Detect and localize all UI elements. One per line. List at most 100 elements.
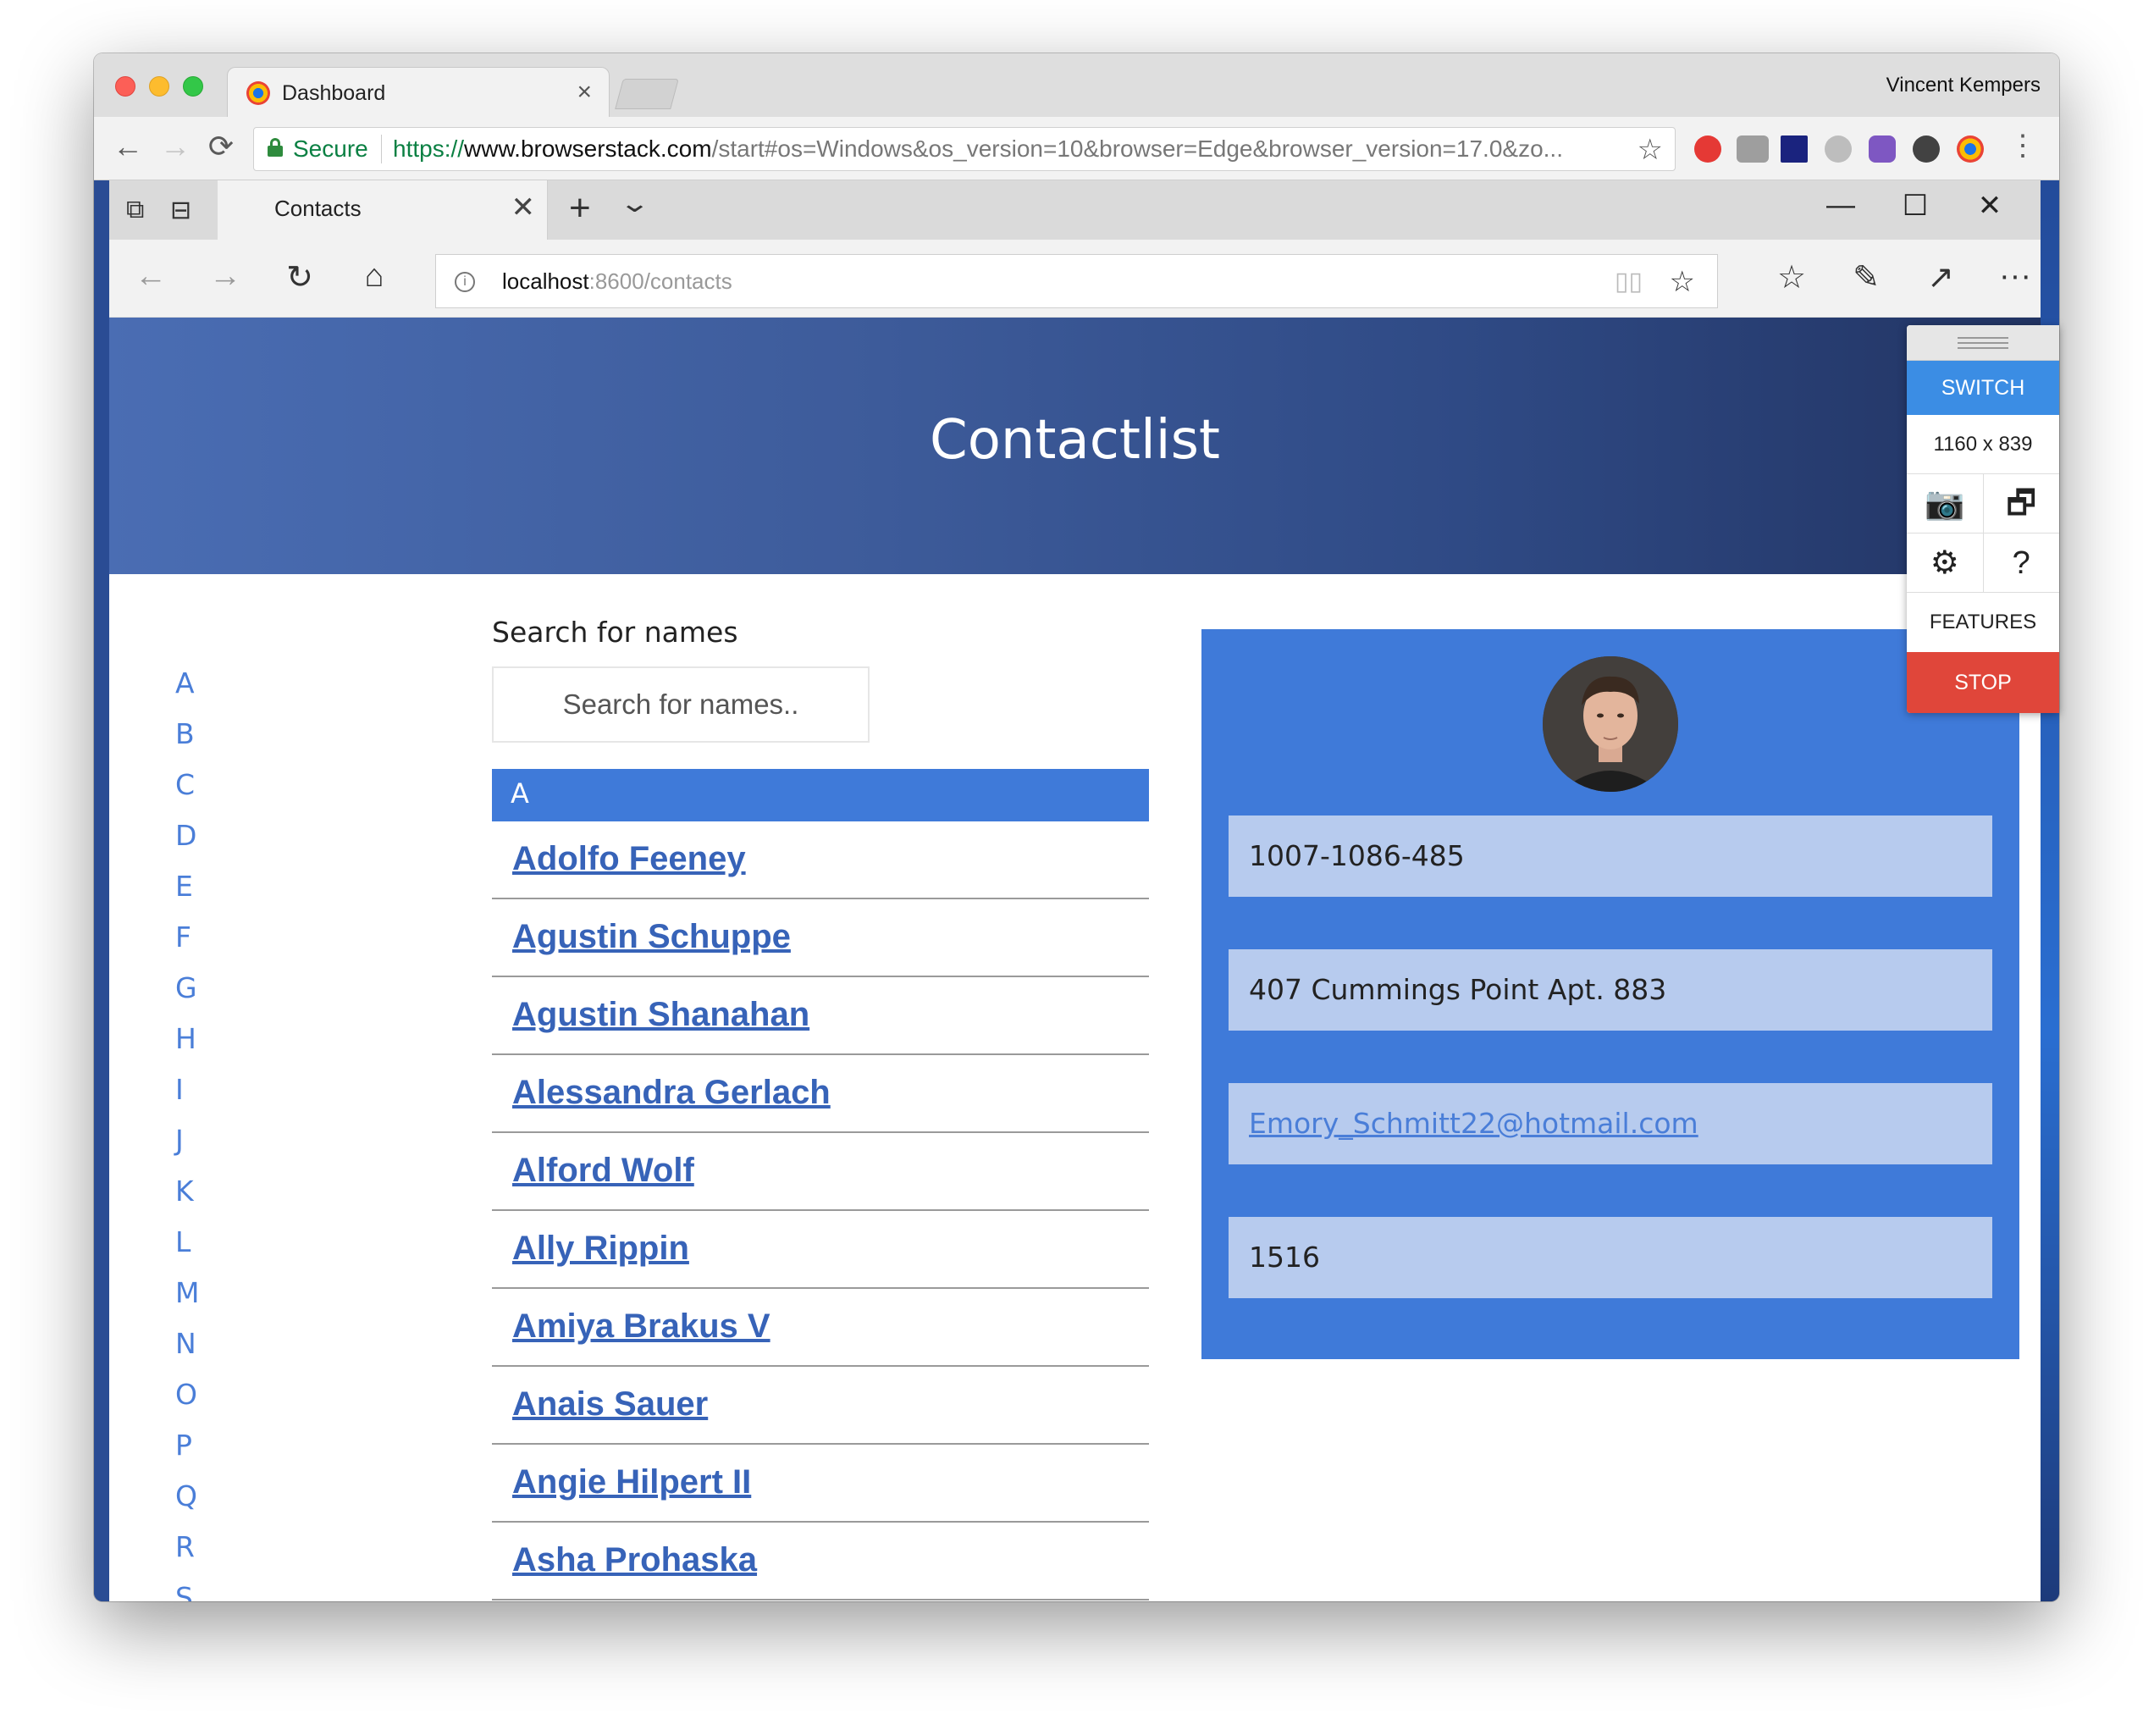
alphabet-letter[interactable]: F: [175, 921, 226, 971]
contact-link[interactable]: Anais Sauer: [512, 1385, 708, 1424]
mac-toolbar: ← → ⟳ Secure https://www.browserstack.co…: [94, 117, 2059, 180]
zoom-window-button[interactable]: [183, 76, 203, 97]
tab-dashboard[interactable]: Dashboard ×: [227, 67, 610, 117]
notes-pen-icon[interactable]: ✎: [1845, 258, 1887, 296]
alphabet-letter[interactable]: N: [175, 1327, 226, 1378]
info-icon[interactable]: i: [455, 272, 475, 292]
extension-opera-icon[interactable]: [1694, 135, 1721, 163]
forward-arrow-icon[interactable]: →: [158, 129, 192, 164]
alphabet-letter[interactable]: C: [175, 768, 226, 819]
edge-toolbar: ← → ↻ ⌂ i localhost:8600/contacts ▯▯ ☆ ☆…: [109, 240, 2041, 318]
alphabet-letter[interactable]: G: [175, 971, 226, 1022]
tab-title: Dashboard: [282, 81, 386, 105]
share-icon[interactable]: ↗: [1919, 258, 1962, 296]
alphabet-letter[interactable]: J: [175, 1124, 226, 1175]
bookmark-star-icon[interactable]: ☆: [1638, 133, 1663, 167]
close-icon[interactable]: ✕: [1969, 189, 2011, 223]
contact-row: Amiya Brakus V: [492, 1289, 1149, 1367]
remote-viewport: ⧉ ⊟ Contacts ✕ + ⌄ — ☐ ✕ ← → ↻ ⌂ i local…: [94, 180, 2059, 1601]
contact-row: Alford Wolf: [492, 1133, 1149, 1211]
features-button[interactable]: FEATURES: [1907, 593, 2059, 652]
alphabet-letter[interactable]: B: [175, 717, 226, 768]
alphabet-letter[interactable]: L: [175, 1225, 226, 1276]
minimize-window-button[interactable]: [149, 76, 169, 97]
contact-row: Asha Prohaska: [492, 1523, 1149, 1601]
alphabet-letter[interactable]: M: [175, 1276, 226, 1327]
contact-row: Alessandra Gerlach: [492, 1055, 1149, 1133]
contact-avatar: [1543, 656, 1678, 792]
alphabet-letter[interactable]: H: [175, 1022, 226, 1073]
switch-button[interactable]: SWITCH: [1907, 361, 2059, 415]
contact-link[interactable]: Amiya Brakus V: [512, 1308, 770, 1346]
edge-address-bar[interactable]: i localhost:8600/contacts ▯▯ ☆: [435, 254, 1718, 308]
reload-icon[interactable]: ⟳: [204, 129, 238, 164]
drag-handle[interactable]: [1907, 325, 2059, 361]
new-tab-button[interactable]: [615, 79, 679, 109]
alphabet-letter[interactable]: P: [175, 1429, 226, 1479]
tabs-aside-icon[interactable]: ⊟: [170, 196, 191, 225]
back-arrow-icon[interactable]: ←: [111, 129, 145, 164]
extension-axe-icon[interactable]: [1781, 135, 1808, 163]
alphabet-letter[interactable]: R: [175, 1530, 226, 1581]
tab-close-icon[interactable]: ×: [577, 78, 592, 107]
close-window-button[interactable]: [115, 76, 135, 97]
favorite-star-icon[interactable]: ☆: [1670, 265, 1695, 299]
home-icon[interactable]: ⌂: [353, 258, 395, 295]
tab-preview-chevron-icon[interactable]: ⌄: [619, 189, 651, 218]
secure-label: Secure: [293, 135, 368, 162]
contact-link[interactable]: Adolfo Feeney: [512, 840, 746, 878]
chrome-menu-icon[interactable]: ⋮: [2008, 129, 2037, 163]
extension-octocat-icon[interactable]: [1869, 135, 1896, 163]
reading-view-icon[interactable]: ▯▯: [1615, 267, 1643, 296]
windows-icon[interactable]: 🗗: [1984, 474, 2060, 533]
set-aside-tabs-icon[interactable]: ⧉: [126, 196, 144, 224]
tab-contacts[interactable]: Contacts ✕: [218, 180, 548, 240]
extension-browserstack-icon[interactable]: [1957, 135, 1984, 163]
minimize-icon[interactable]: —: [1820, 189, 1862, 222]
alphabet-letter[interactable]: I: [175, 1073, 226, 1124]
search-input[interactable]: [492, 666, 870, 743]
tab-close-icon[interactable]: ✕: [511, 191, 536, 224]
mac-tab-bar: Dashboard × Vincent Kempers: [94, 53, 2059, 117]
contact-link[interactable]: Agustin Shanahan: [512, 996, 809, 1034]
alphabet-letter[interactable]: Q: [175, 1479, 226, 1530]
extension-b-icon[interactable]: [1825, 135, 1852, 163]
camera-icon[interactable]: 📷: [1907, 474, 1984, 533]
refresh-icon[interactable]: ↻: [279, 258, 321, 296]
favorites-hub-icon[interactable]: ☆: [1770, 258, 1813, 296]
resolution-button[interactable]: 1160 x 839: [1907, 415, 2059, 474]
edge-tab-bar: ⧉ ⊟ Contacts ✕ + ⌄ — ☐ ✕: [109, 180, 2041, 240]
search-label: Search for names: [492, 616, 738, 649]
maximize-icon[interactable]: ☐: [1894, 189, 1936, 223]
back-arrow-icon[interactable]: ←: [130, 258, 172, 295]
new-tab-icon[interactable]: +: [569, 187, 591, 229]
contact-link[interactable]: Alessandra Gerlach: [512, 1074, 831, 1112]
mac-browser-window: Dashboard × Vincent Kempers ← → ⟳ Secure…: [94, 53, 2059, 1601]
alphabet-letter[interactable]: O: [175, 1378, 226, 1429]
contact-link[interactable]: Alford Wolf: [512, 1152, 694, 1190]
phone-field: 1007-1086-485: [1229, 815, 1992, 897]
help-icon[interactable]: ?: [1984, 534, 2060, 592]
alphabet-letter[interactable]: S: [175, 1581, 226, 1601]
forward-arrow-icon[interactable]: →: [204, 258, 246, 295]
contact-row: Agustin Schuppe: [492, 899, 1149, 977]
url-text[interactable]: https://www.browserstack.com/start#os=Wi…: [393, 135, 1563, 163]
profile-name[interactable]: Vincent Kempers: [1886, 74, 2041, 97]
contact-link[interactable]: Ally Rippin: [512, 1230, 689, 1268]
stop-button[interactable]: STOP: [1907, 652, 2059, 713]
more-icon[interactable]: ···: [1994, 258, 2036, 295]
email-link[interactable]: Emory_Schmitt22@hotmail.com: [1229, 1083, 1992, 1164]
address-bar[interactable]: Secure https://www.browserstack.com/star…: [253, 127, 1676, 171]
alphabet-letter[interactable]: K: [175, 1175, 226, 1225]
extension-glasses-icon[interactable]: [1737, 135, 1769, 163]
contact-link[interactable]: Asha Prohaska: [512, 1541, 757, 1579]
alphabet-letter[interactable]: E: [175, 870, 226, 921]
settings-gear-icon[interactable]: ⚙: [1907, 534, 1984, 592]
alphabet-letter[interactable]: A: [175, 666, 226, 717]
contact-link[interactable]: Angie Hilpert II: [512, 1463, 751, 1501]
alphabet-letter[interactable]: D: [175, 819, 226, 870]
contact-row: Anais Sauer: [492, 1367, 1149, 1445]
extension-1password-icon[interactable]: [1913, 135, 1940, 163]
group-header-a: A: [492, 769, 1149, 821]
contact-link[interactable]: Agustin Schuppe: [512, 918, 791, 956]
